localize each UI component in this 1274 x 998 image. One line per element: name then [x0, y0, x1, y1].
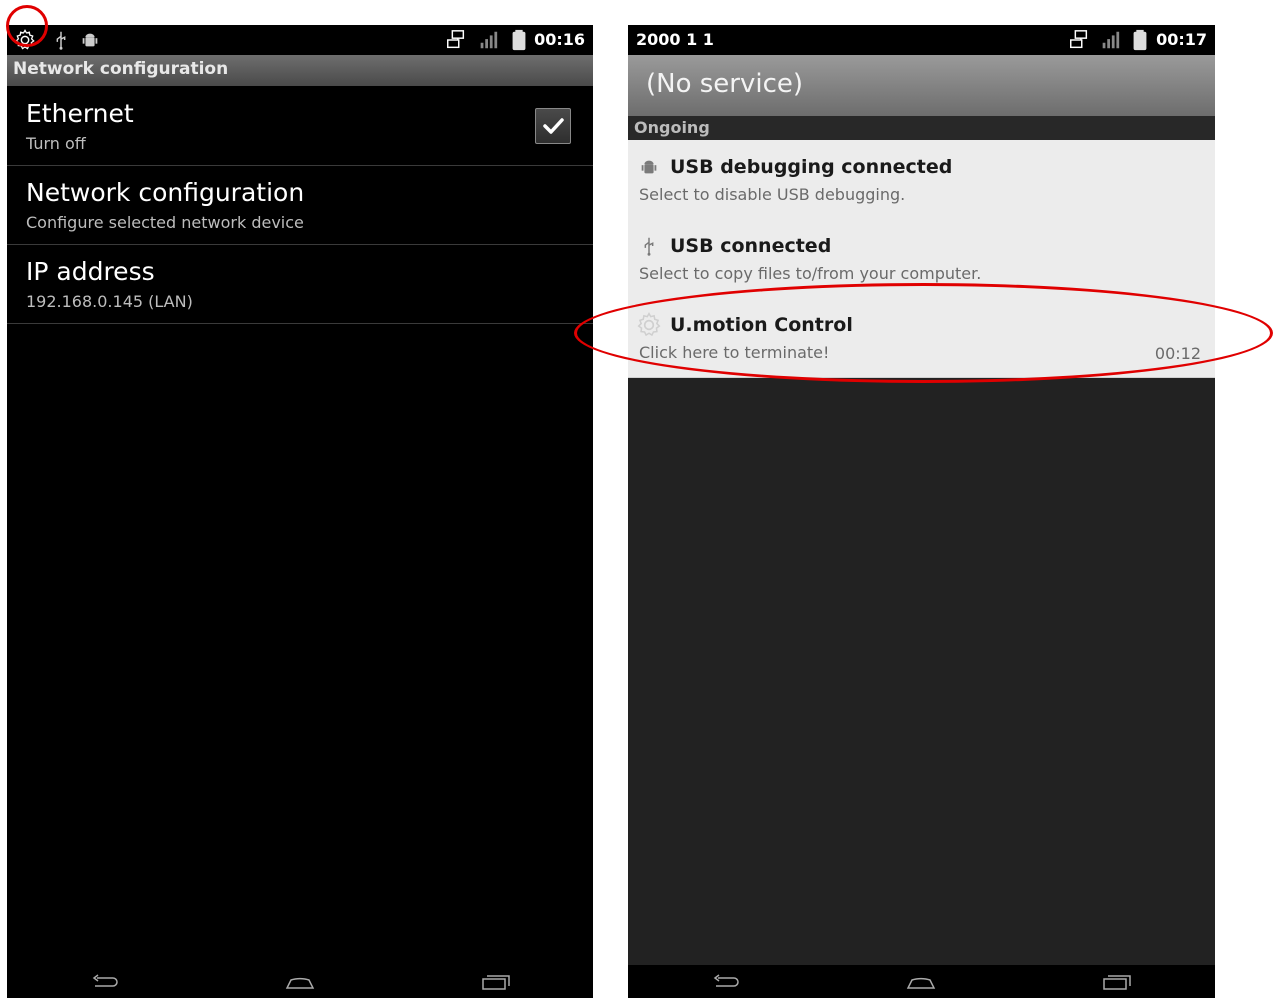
- pref-item-ip-address[interactable]: IP address 192.168.0.145 (LAN): [7, 244, 593, 324]
- page-title: Network configuration: [13, 59, 229, 79]
- status-time: 00:16: [534, 30, 585, 49]
- signal-icon: [480, 31, 498, 49]
- carrier-label: (No service): [646, 69, 804, 99]
- notification-title: U.motion Control: [670, 314, 853, 336]
- status-bar[interactable]: 2000 1 1 00:17: [628, 25, 1215, 55]
- back-icon[interactable]: [89, 970, 121, 994]
- notification-shade-header: (No service): [628, 55, 1215, 116]
- pref-summary: Turn off: [26, 134, 86, 153]
- battery-icon: [512, 29, 526, 51]
- ongoing-section-header: Ongoing: [628, 116, 1215, 140]
- signal-icon: [1102, 31, 1120, 49]
- notification-title: USB connected: [670, 235, 832, 257]
- left-phone-screen: 00:16 Network configuration Ethernet Tur…: [7, 25, 593, 998]
- navigation-bar: [7, 965, 593, 998]
- title-bar: Network configuration: [7, 55, 593, 86]
- recent-apps-icon[interactable]: [479, 970, 511, 994]
- ethernet-icon: [1070, 30, 1088, 49]
- notification-usb-debugging[interactable]: USB debugging connected Select to disabl…: [628, 140, 1215, 220]
- android-debug-icon: [641, 160, 657, 174]
- status-time: 00:17: [1156, 30, 1207, 49]
- notification-text: Select to copy files to/from your comput…: [639, 264, 982, 283]
- notification-usb-connected[interactable]: USB connected Select to copy files to/fr…: [628, 219, 1215, 299]
- battery-icon: [1133, 29, 1147, 51]
- home-icon[interactable]: [284, 970, 316, 994]
- ethernet-checkbox[interactable]: [535, 108, 571, 144]
- right-phone-screen: 2000 1 1 00:17 (No service) Ongoing USB …: [628, 25, 1215, 998]
- pref-item-network-configuration[interactable]: Network configuration Configure selected…: [7, 165, 593, 245]
- recent-apps-icon[interactable]: [1100, 970, 1132, 994]
- pref-item-ethernet[interactable]: Ethernet Turn off: [7, 86, 593, 166]
- home-icon[interactable]: [905, 970, 937, 994]
- notification-text: Select to disable USB debugging.: [639, 185, 906, 204]
- pref-summary: 192.168.0.145 (LAN): [26, 292, 193, 311]
- pref-summary: Configure selected network device: [26, 213, 304, 232]
- ethernet-icon: [447, 30, 465, 49]
- gear-icon: [637, 312, 661, 337]
- status-date: 2000 1 1: [636, 30, 714, 49]
- notification-title: USB debugging connected: [670, 156, 953, 178]
- notification-text: Click here to terminate!: [639, 343, 830, 362]
- navigation-bar: [628, 965, 1215, 998]
- notification-umotion-control[interactable]: U.motion Control Click here to terminate…: [628, 298, 1215, 378]
- usb-icon: [644, 237, 654, 256]
- usb-icon: [56, 31, 66, 50]
- pref-title: IP address: [26, 257, 155, 286]
- pref-title: Ethernet: [26, 99, 134, 128]
- pref-title: Network configuration: [26, 178, 305, 207]
- checkmark-icon: [543, 118, 564, 134]
- notification-time: 00:12: [1154, 344, 1201, 363]
- gear-icon[interactable]: [14, 29, 36, 51]
- back-icon[interactable]: [710, 970, 742, 994]
- android-debug-icon: [82, 33, 98, 47]
- section-label: Ongoing: [634, 118, 710, 137]
- status-bar[interactable]: 00:16: [7, 25, 593, 55]
